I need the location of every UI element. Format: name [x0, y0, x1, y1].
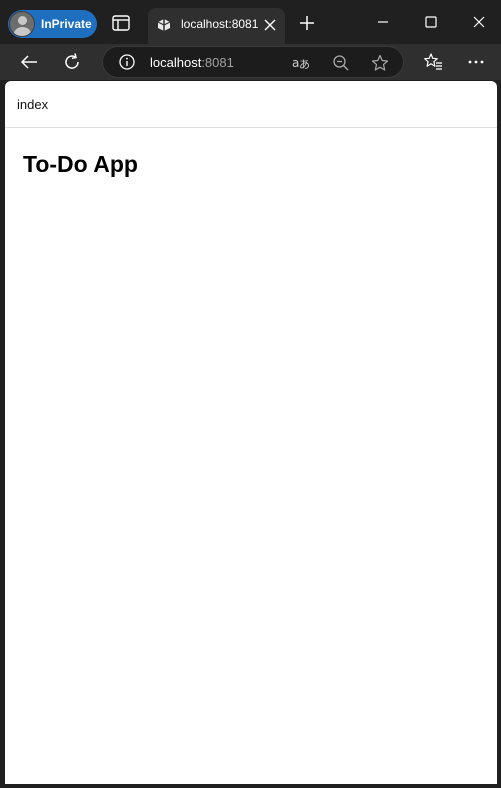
star-icon[interactable] [371, 54, 389, 72]
plus-icon[interactable] [299, 15, 315, 31]
info-icon[interactable] [119, 54, 135, 70]
window-close-icon[interactable] [469, 12, 489, 32]
maximize-icon[interactable] [421, 12, 441, 32]
browser-toolbar: localhost:8081 a あ [0, 44, 501, 80]
inprivate-label: InPrivate [41, 17, 92, 31]
favorites-icon[interactable] [423, 52, 443, 72]
nav-link-index[interactable]: index [17, 97, 48, 112]
address-bar[interactable]: localhost:8081 a あ [102, 46, 404, 78]
refresh-icon[interactable] [62, 52, 82, 72]
minimize-icon[interactable] [373, 12, 393, 32]
url-host: localhost [150, 55, 202, 70]
tab-actions-icon[interactable] [112, 15, 130, 31]
page-title: To-Do App [23, 151, 138, 177]
favicon-icon [157, 19, 171, 31]
browser-window: InPrivate localhost:8081 localhost:8081 … [0, 0, 501, 788]
tab-strip: InPrivate localhost:8081 [0, 0, 501, 44]
inprivate-profile-button[interactable]: InPrivate [8, 10, 97, 38]
read-aloud-icon[interactable]: a あ [292, 54, 310, 72]
page-nav: index [5, 81, 497, 128]
url-text: localhost:8081 [150, 55, 234, 70]
close-icon[interactable] [264, 19, 276, 31]
url-port: :8081 [201, 55, 234, 70]
svg-text:あ: あ [299, 58, 310, 71]
page-viewport: index To-Do App [5, 81, 497, 784]
browser-tab[interactable]: localhost:8081 [148, 8, 285, 44]
avatar [9, 11, 35, 37]
zoom-out-icon[interactable] [332, 54, 350, 72]
tab-title: localhost:8081 [181, 17, 259, 31]
back-arrow-icon[interactable] [19, 52, 39, 72]
more-icon[interactable] [466, 52, 486, 72]
